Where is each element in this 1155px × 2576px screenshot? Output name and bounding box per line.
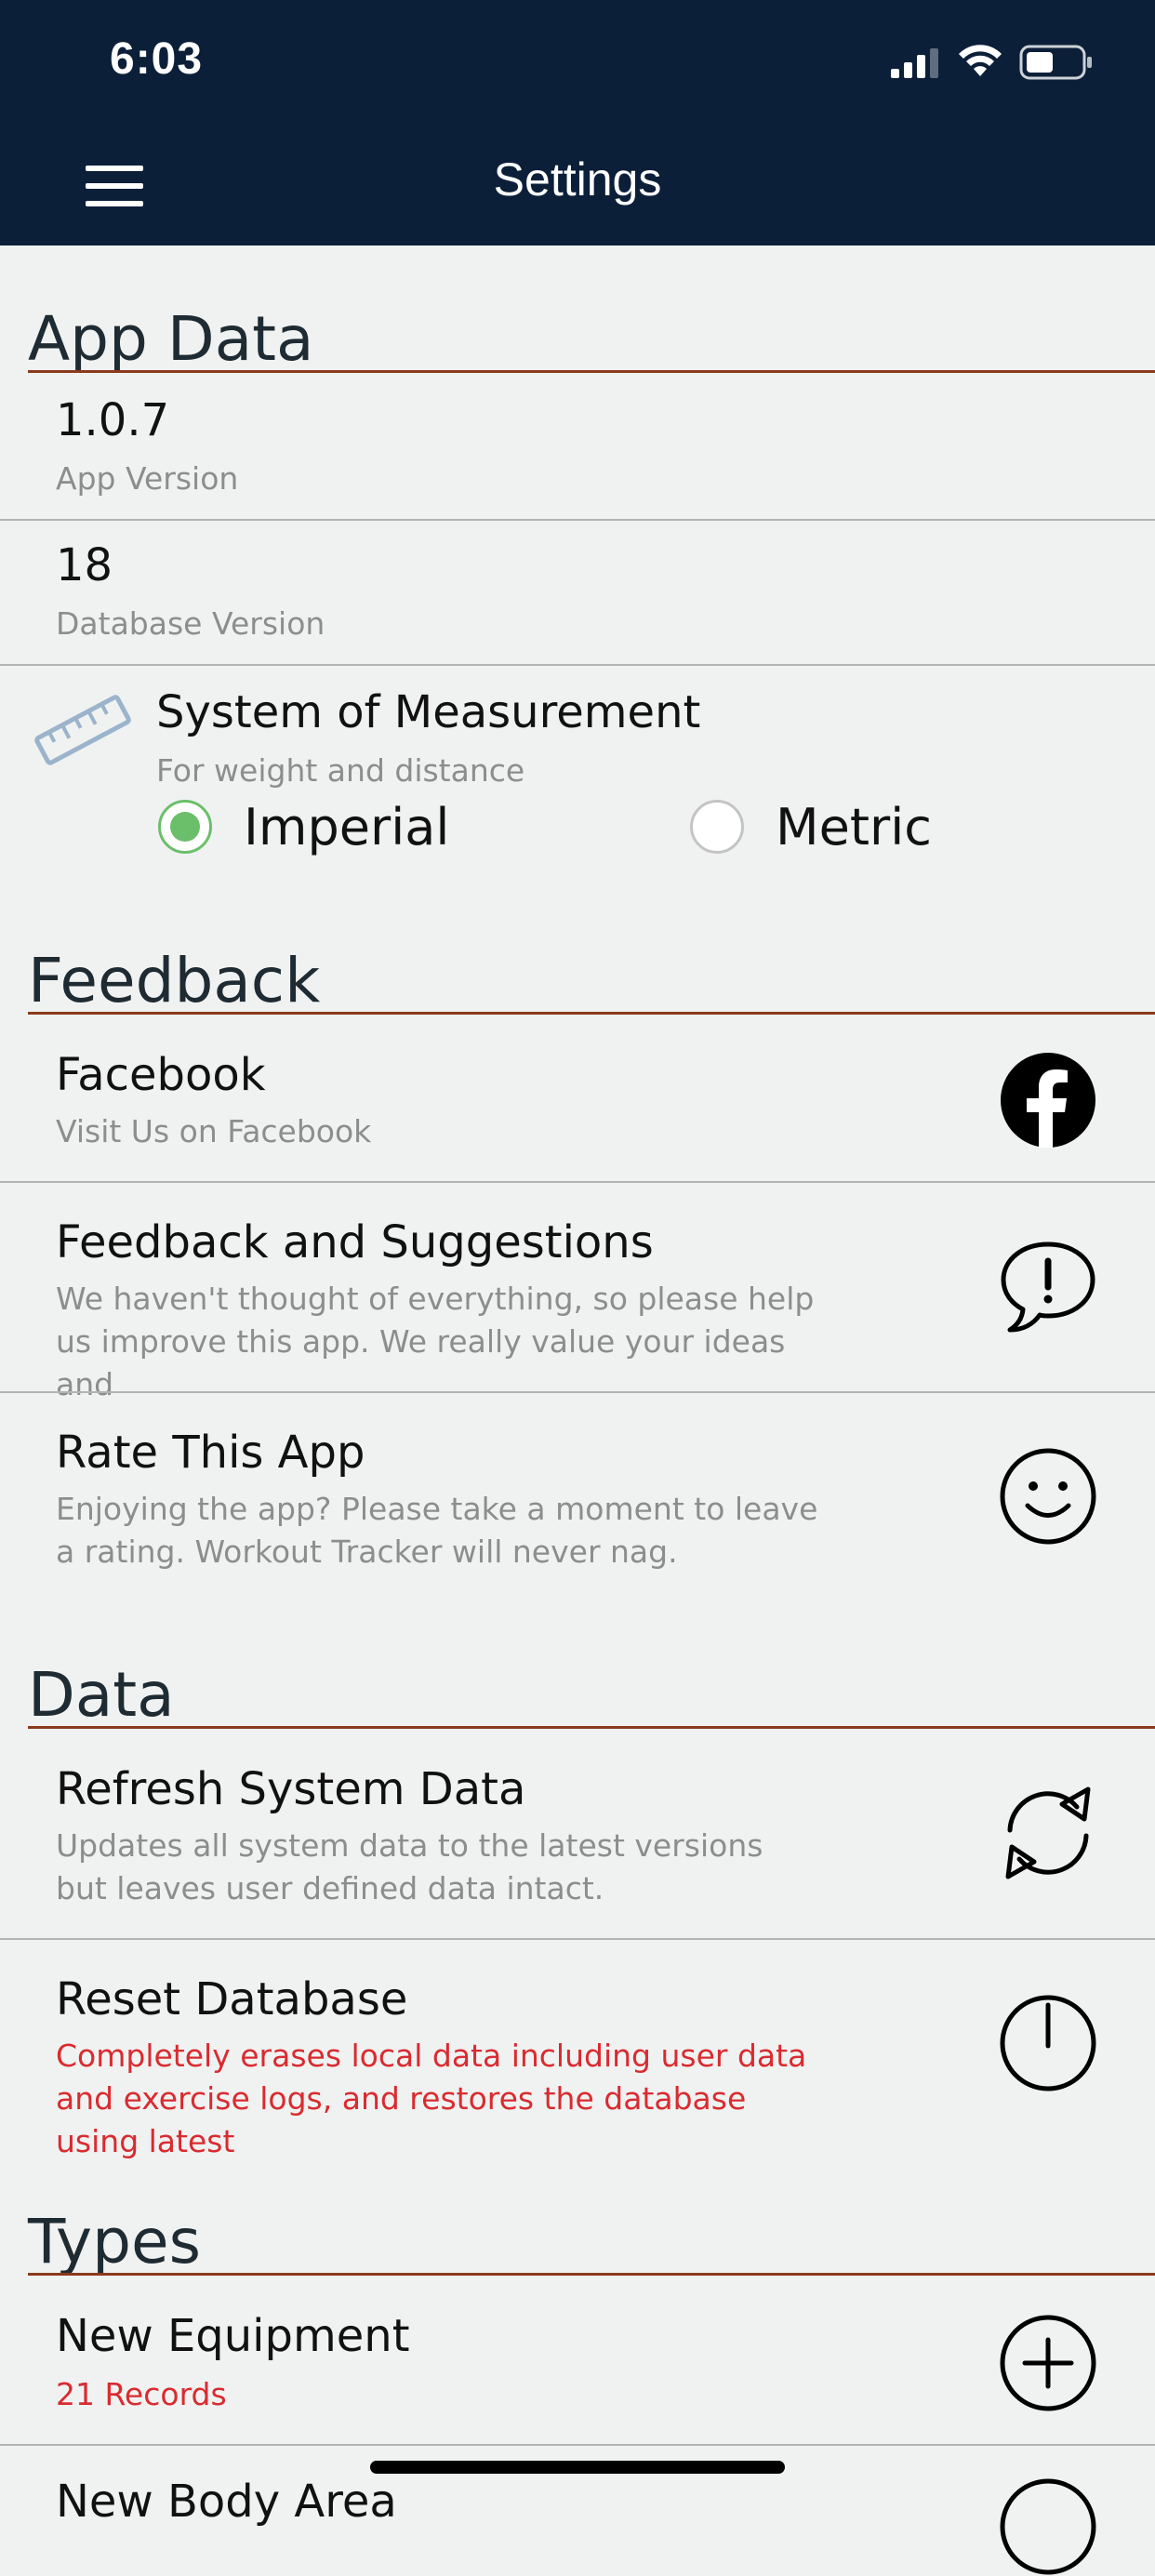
row-divider bbox=[0, 1938, 1155, 1940]
reset-database-subtitle: Completely erases local data including u… bbox=[56, 2038, 807, 2159]
reset-database-title: Reset Database bbox=[56, 1973, 408, 2025]
ruler-icon bbox=[34, 695, 131, 765]
measurement-title: System of Measurement bbox=[156, 686, 701, 738]
section-divider bbox=[28, 370, 1155, 373]
rate-app-subtitle: Enjoying the app? Please take a moment t… bbox=[56, 1491, 818, 1570]
status-time: 6:03 bbox=[110, 34, 204, 84]
app-version-label: App Version bbox=[56, 460, 239, 497]
measurement-subtitle: For weight and distance bbox=[156, 752, 525, 789]
radio-button-metric[interactable] bbox=[690, 800, 744, 854]
database-version-label: Database Version bbox=[56, 605, 325, 642]
feedback-suggestions-subtitle: We haven't thought of everything, so ple… bbox=[56, 1281, 815, 1402]
radio-label-metric: Metric bbox=[776, 798, 932, 856]
row-divider bbox=[0, 1391, 1155, 1393]
refresh-icon[interactable] bbox=[999, 1784, 1097, 1882]
wifi-icon bbox=[959, 45, 1002, 76]
new-body-area-title: New Body Area bbox=[56, 2476, 397, 2528]
section-title-feedback: Feedback bbox=[28, 945, 321, 1016]
radio-option-metric[interactable]: Metric bbox=[690, 798, 1062, 859]
row-divider bbox=[0, 664, 1155, 666]
section-divider bbox=[28, 2273, 1155, 2276]
add-circle-icon[interactable] bbox=[999, 2314, 1097, 2412]
section-divider bbox=[28, 1012, 1155, 1015]
app-version-value: 1.0.7 bbox=[56, 394, 170, 446]
speech-bubble-exclamation-icon[interactable] bbox=[999, 1237, 1097, 1335]
facebook-icon[interactable] bbox=[999, 1051, 1097, 1149]
section-title-data: Data bbox=[28, 1659, 175, 1731]
new-equipment-title: New Equipment bbox=[56, 2310, 410, 2362]
battery-icon bbox=[1019, 45, 1092, 80]
add-circle-icon[interactable] bbox=[999, 2477, 1097, 2576]
page-title: Settings bbox=[493, 153, 662, 206]
home-indicator[interactable] bbox=[370, 2461, 785, 2474]
smiley-face-icon[interactable] bbox=[999, 1447, 1097, 1546]
row-divider bbox=[0, 1181, 1155, 1183]
facebook-title: Facebook bbox=[56, 1049, 266, 1101]
feedback-suggestions-title: Feedback and Suggestions bbox=[56, 1216, 654, 1268]
facebook-subtitle: Visit Us on Facebook bbox=[56, 1113, 372, 1149]
refresh-system-data-subtitle: Updates all system data to the latest ve… bbox=[56, 1827, 763, 1906]
refresh-system-data-title: Refresh System Data bbox=[56, 1763, 526, 1815]
radio-button-imperial[interactable] bbox=[158, 800, 212, 854]
cellular-signal-icon bbox=[891, 48, 938, 78]
section-title-app-data: App Data bbox=[28, 303, 314, 375]
new-equipment-record-count: 21 Records bbox=[56, 2376, 227, 2412]
rate-app-title: Rate This App bbox=[56, 1427, 365, 1479]
radio-option-imperial[interactable]: Imperial bbox=[158, 798, 530, 859]
section-divider bbox=[28, 1726, 1155, 1729]
row-divider bbox=[0, 519, 1155, 521]
nav-bar: Settings bbox=[0, 121, 1155, 246]
status-bar: 6:03 bbox=[0, 0, 1155, 121]
section-title-types: Types bbox=[28, 2206, 201, 2277]
power-icon[interactable] bbox=[999, 1994, 1097, 2092]
row-divider bbox=[0, 2444, 1155, 2446]
database-version-value: 18 bbox=[56, 539, 113, 591]
radio-label-imperial: Imperial bbox=[244, 798, 450, 856]
